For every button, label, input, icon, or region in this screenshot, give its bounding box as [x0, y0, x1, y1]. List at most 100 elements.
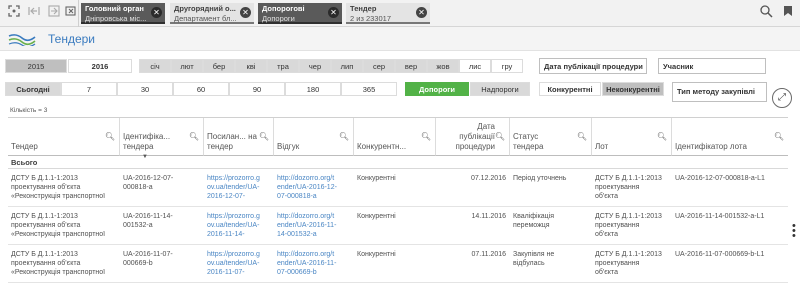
month-dec[interactable]: гру	[491, 59, 523, 73]
cell-link[interactable]: https://prozorro.g ov.ua/tender/UA- 2016-1…	[207, 250, 273, 277]
month-may[interactable]: тра	[267, 59, 299, 73]
close-icon[interactable]: ✕	[328, 7, 339, 18]
col-label: Посилан... на тендер	[207, 132, 257, 151]
cell-feedback[interactable]: http://dozorro.org/t ender/UA-2016-11- 07-…	[277, 250, 353, 277]
cell-tender: ДСТУ Б Д.1.1-1:2013 проектування об'єкта «…	[11, 251, 106, 276]
page-title: Тендери	[48, 32, 96, 46]
col-header-feedback[interactable]: Відгук 🔍︎	[274, 118, 354, 156]
search-icon[interactable]: 🔍︎	[189, 132, 199, 141]
month-jul[interactable]: лип	[331, 59, 363, 73]
sort-desc-icon[interactable]: ▼	[142, 154, 148, 160]
month-oct[interactable]: жов	[427, 59, 459, 73]
close-icon[interactable]: ✕	[151, 7, 162, 18]
search-icon[interactable]: 🔍︎	[105, 132, 115, 141]
year-2016[interactable]: 2016	[68, 59, 132, 73]
search-icon[interactable]: 🔍︎	[259, 132, 269, 141]
col-label: Конкурентн...	[357, 142, 407, 151]
col-label: Статус тендера	[513, 132, 544, 151]
cell-feedback[interactable]: http://dozorro.org/t ender/UA-2016-11- 14-…	[277, 212, 353, 239]
col-header-status[interactable]: Статус тендера 🔍︎	[510, 118, 592, 156]
col-header-competitive[interactable]: Конкурентн... 🔍︎	[354, 118, 436, 156]
competitive-no[interactable]: Неконкурентні	[602, 82, 664, 96]
chip-value: Департамент бл...	[174, 14, 237, 23]
chip-field: Допорогові	[262, 4, 305, 13]
cell-competitive: Конкурентні	[357, 251, 396, 258]
col-label: Дата публікації процедури	[455, 122, 496, 151]
step-forward-icon[interactable]	[45, 4, 63, 22]
cell-link[interactable]: https://prozorro.g ov.ua/tender/UA- 2016-1…	[207, 212, 273, 239]
period-365[interactable]: 365	[341, 82, 397, 96]
bookmarks-icon[interactable]	[779, 4, 797, 22]
totals-label: Всього	[11, 158, 38, 167]
month-apr[interactable]: кві	[235, 59, 267, 73]
selection-chip-main-body[interactable]: Головний орган Дніпровська міс... ✕	[81, 3, 165, 24]
col-label: Ідентифіка... тендера	[123, 132, 171, 151]
selection-chip-thresholds[interactable]: Допорогові Допороги ✕	[258, 3, 342, 24]
period-30[interactable]: 30	[117, 82, 173, 96]
step-back-icon[interactable]	[25, 4, 43, 22]
more-options-icon[interactable]: • • •	[792, 221, 796, 242]
search-icon[interactable]: 🔍︎	[339, 132, 349, 141]
period-7[interactable]: 7	[61, 82, 117, 96]
search-icon[interactable]: 🔍︎	[495, 132, 505, 141]
selections-bar: Головний орган Дніпровська міс... ✕ Друг…	[0, 0, 800, 27]
month-nov[interactable]: лис	[459, 59, 491, 73]
filter-participant[interactable]: Учасник	[658, 58, 766, 74]
selection-chip-secondary-body[interactable]: Другорядний о... Департамент бл... ✕	[170, 3, 254, 24]
col-header-link[interactable]: Посилан... на тендер 🔍︎	[204, 118, 274, 156]
search-icon[interactable]: 🔍︎	[421, 132, 431, 141]
cell-link[interactable]: https://prozorro.g ov.ua/tender/UA- 2016-1…	[207, 174, 273, 201]
cell-feedback[interactable]: http://dozorro.org/t ender/UA-2016-12- 07-…	[277, 174, 353, 201]
table-row[interactable]: ДСТУ Б Д.1.1-1:2013 проектування об'єкта «…	[8, 208, 788, 245]
cell-competitive: Конкурентні	[357, 175, 396, 182]
chip-value: Допороги	[262, 14, 295, 23]
cell-lot-id: UA-2016-12-07-000818-a-L1	[675, 175, 765, 182]
col-header-lot[interactable]: Лот 🔍︎	[592, 118, 672, 156]
cell-status: Період уточнень	[513, 175, 567, 182]
toolbar-divider	[78, 0, 79, 27]
col-label: Лот	[595, 142, 609, 151]
threshold-below[interactable]: Допороги	[405, 82, 469, 96]
search-icon[interactable]: 🔍︎	[657, 132, 667, 141]
year-2015[interactable]: 2015	[5, 59, 67, 73]
search-icon[interactable]: 🔍︎	[577, 132, 587, 141]
threshold-above[interactable]: Надпороги	[470, 82, 530, 96]
period-90[interactable]: 90	[229, 82, 285, 96]
cell-tender-id: UA-2016-12-07- 000818-a	[123, 175, 174, 191]
selection-chip-tender[interactable]: Тендер 2 из 233017 ✕	[346, 3, 430, 24]
search-icon[interactable]	[757, 4, 775, 22]
col-label: Ідентифікатор лота	[675, 142, 747, 151]
logo-icon	[8, 34, 36, 46]
month-aug[interactable]: сер	[363, 59, 395, 73]
month-sep[interactable]: вер	[395, 59, 427, 73]
table-row[interactable]: ДСТУ Б Д.1.1-1:2013 проектування об'єкта «…	[8, 170, 788, 207]
search-icon[interactable]: 🔍︎	[774, 132, 784, 141]
col-header-pub-date[interactable]: Дата публікації процедури 🔍︎	[436, 118, 510, 156]
smart-search-icon[interactable]	[5, 4, 23, 22]
cell-pub-date: 14.11.2016	[471, 213, 506, 220]
cell-pub-date: 07.12.2016	[470, 175, 506, 182]
filter-method-type[interactable]: Тип методу закупівлі	[672, 82, 767, 102]
month-feb[interactable]: лют	[171, 59, 203, 73]
cell-lot-id: UA-2016-11-14-001532-a-L1	[675, 213, 765, 220]
close-icon[interactable]: ✕	[240, 7, 251, 18]
expand-icon[interactable]: ⤢	[772, 88, 792, 108]
table-row[interactable]: ДСТУ Б Д.1.1-1:2013 проектування об'єкта «…	[8, 246, 788, 283]
col-header-tender-id[interactable]: Ідентифіка... тендера 🔍︎	[120, 118, 204, 156]
month-jan[interactable]: січ	[139, 59, 171, 73]
col-header-lot-id[interactable]: Ідентифікатор лота 🔍︎	[672, 118, 788, 156]
competitive-yes[interactable]: Конкурентні	[539, 82, 601, 96]
cell-status: Кваліфікація переможця	[513, 213, 555, 229]
period-60[interactable]: 60	[173, 82, 229, 96]
period-today[interactable]: Сьогодні	[5, 82, 61, 96]
period-180[interactable]: 180	[285, 82, 341, 96]
month-jun[interactable]: чер	[299, 59, 331, 73]
col-header-tender[interactable]: Тендер 🔍︎	[8, 118, 120, 156]
month-mar[interactable]: бер	[203, 59, 235, 73]
cell-lot: ДСТУ Б Д.1.1-1:2013 проектування об'єкта	[595, 213, 662, 238]
filter-pub-date[interactable]: Дата публікації процедури	[539, 58, 647, 74]
cell-tender-id: UA-2016-11-07- 000669-b	[123, 251, 173, 267]
chip-value: Дніпровська міс...	[85, 14, 147, 23]
close-icon[interactable]: ✕	[416, 7, 427, 18]
totals-row: Всього	[8, 156, 788, 169]
